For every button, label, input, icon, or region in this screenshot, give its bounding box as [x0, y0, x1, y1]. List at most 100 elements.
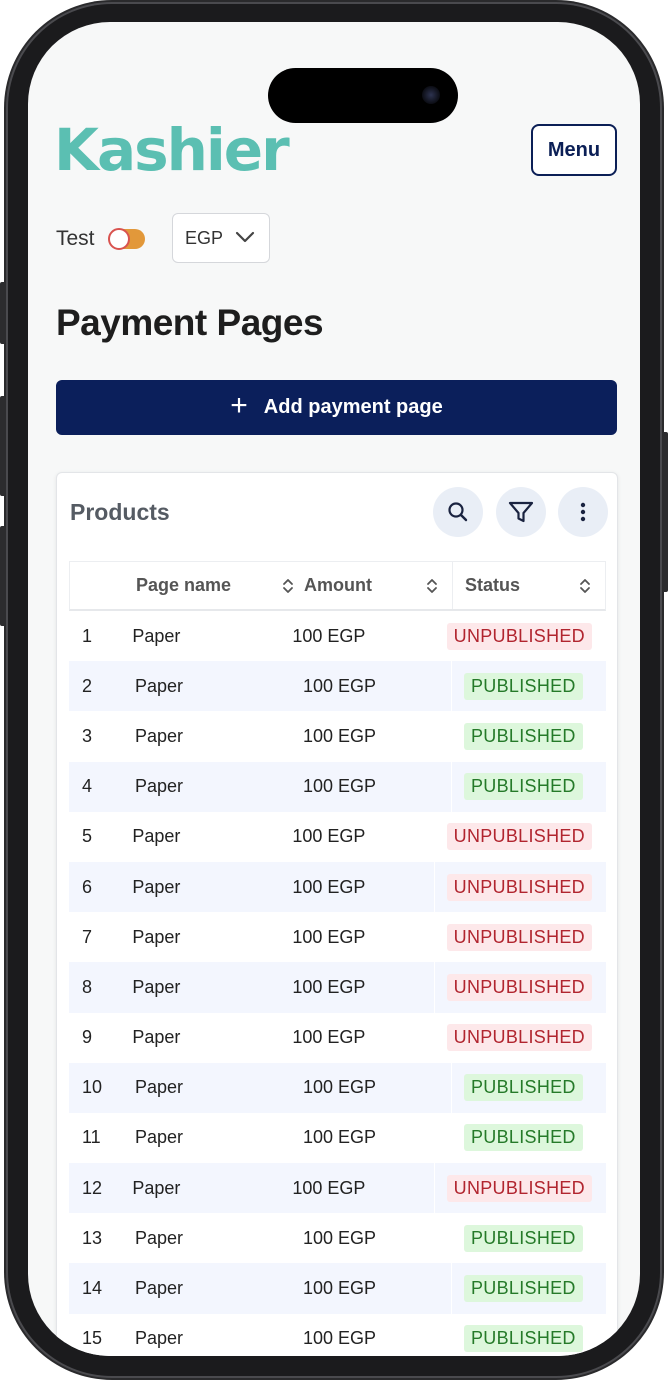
row-status: UNPUBLISHED	[433, 912, 606, 963]
row-status: UNPUBLISHED	[433, 611, 606, 662]
table-row[interactable]: 4 Paper 100 EGP PUBLISHED	[69, 761, 606, 812]
screen: Kashier Menu Test EGP Payment Pages + Ad…	[28, 22, 640, 1356]
toggle-knob	[107, 228, 130, 250]
action-button	[0, 282, 6, 344]
page-name-text: Paper	[132, 826, 181, 847]
amount-text: 100 EGP	[303, 776, 377, 797]
row-page-name: Paper	[135, 1328, 303, 1349]
status-badge: PUBLISHED	[464, 1275, 583, 1303]
row-status: PUBLISHED	[451, 1263, 606, 1314]
row-amount: 100 EGP	[303, 726, 451, 747]
header-page-name[interactable]: Page name	[136, 575, 304, 596]
row-index: 15	[82, 1328, 103, 1349]
page-name-text: Paper	[132, 876, 181, 897]
row-amount: 100 EGP	[292, 877, 433, 898]
row-amount: 100 EGP	[292, 977, 433, 998]
currency-value: EGP	[185, 227, 224, 248]
row-index: 1	[82, 625, 93, 646]
status-badge: PUBLISHED	[464, 1325, 583, 1353]
page-name-text: Paper	[135, 1127, 184, 1148]
status-badge: UNPUBLISHED	[446, 873, 592, 901]
row-page-name: Paper	[135, 1228, 303, 1249]
more-options-button[interactable]	[558, 487, 608, 537]
row-amount: 100 EGP	[292, 826, 433, 847]
table-row[interactable]: 11 Paper 100 EGP PUBLISHED	[69, 1112, 606, 1164]
currency-select[interactable]: EGP	[172, 213, 270, 263]
row-status: PUBLISHED	[451, 1313, 606, 1356]
page-name-text: Paper	[135, 776, 184, 797]
table-row[interactable]: 9 Paper 100 EGP UNPUBLISHED	[69, 1012, 606, 1063]
page-name-text: Paper	[135, 1278, 184, 1299]
table-row[interactable]: 15 Paper 100 EGP PUBLISHED	[69, 1313, 606, 1356]
plus-icon: +	[230, 389, 248, 422]
add-payment-page-button[interactable]: + Add payment page	[56, 380, 617, 435]
row-index: 4	[82, 776, 93, 797]
table-row[interactable]: 10 Paper 100 EGP PUBLISHED	[69, 1062, 606, 1113]
header-amount[interactable]: Amount	[304, 575, 452, 596]
amount-text: 100 EGP	[292, 1027, 366, 1048]
row-page-name: Paper	[135, 1077, 303, 1098]
status-badge: UNPUBLISHED	[446, 923, 592, 951]
row-page-name: Paper	[135, 1278, 303, 1299]
test-mode-row: Test	[56, 214, 145, 264]
row-amount: 100 EGP	[303, 1278, 451, 1299]
table-row[interactable]: 3 Paper 100 EGP PUBLISHED	[69, 711, 606, 762]
row-page-name: Paper	[135, 726, 303, 747]
row-amount: 100 EGP	[292, 927, 433, 948]
table-row[interactable]: 12 Paper 100 EGP UNPUBLISHED	[69, 1163, 606, 1214]
row-index: 10	[82, 1077, 103, 1098]
filter-icon	[508, 501, 534, 523]
search-button[interactable]	[433, 487, 483, 537]
table-row[interactable]: 1 Paper 100 EGP UNPUBLISHED	[69, 611, 606, 662]
row-index: 5	[82, 826, 93, 847]
row-page-name: Paper	[132, 1027, 292, 1048]
amount-text: 100 EGP	[303, 1328, 377, 1349]
table-header: Page name Amount Status	[69, 561, 606, 611]
row-amount: 100 EGP	[303, 1328, 451, 1349]
table-row[interactable]: 6 Paper 100 EGP UNPUBLISHED	[69, 861, 606, 913]
dynamic-island	[268, 68, 458, 123]
amount-text: 100 EGP	[292, 876, 366, 897]
table-row[interactable]: 8 Paper 100 EGP UNPUBLISHED	[69, 962, 606, 1013]
volume-up-button	[0, 396, 6, 496]
kashier-logo[interactable]: Kashier	[54, 118, 290, 182]
row-status: UNPUBLISHED	[433, 861, 606, 913]
page-name-text: Paper	[135, 1077, 184, 1098]
page-name-text: Paper	[132, 625, 181, 646]
header-status[interactable]: Status	[452, 562, 605, 609]
row-amount: 100 EGP	[292, 1178, 433, 1199]
status-badge: PUBLISHED	[464, 1124, 583, 1152]
row-page-name: Paper	[132, 877, 292, 898]
page-name-text: Paper	[135, 1328, 184, 1349]
menu-button[interactable]: Menu	[531, 124, 617, 176]
amount-text: 100 EGP	[292, 1177, 366, 1198]
row-index: 8	[82, 976, 93, 997]
table-row[interactable]: 7 Paper 100 EGP UNPUBLISHED	[69, 912, 606, 963]
status-badge: UNPUBLISHED	[446, 1174, 592, 1202]
status-badge: UNPUBLISHED	[446, 973, 592, 1001]
row-page-name: Paper	[135, 1127, 303, 1148]
table-row[interactable]: 13 Paper 100 EGP PUBLISHED	[69, 1213, 606, 1264]
table-row[interactable]: 2 Paper 100 EGP PUBLISHED	[69, 661, 606, 712]
row-index: 6	[82, 876, 93, 897]
table-row[interactable]: 14 Paper 100 EGP PUBLISHED	[69, 1263, 606, 1314]
amount-text: 100 EGP	[303, 1077, 377, 1098]
status-badge: PUBLISHED	[464, 773, 583, 801]
page-title: Payment Pages	[56, 302, 324, 343]
page-name-text: Paper	[135, 675, 184, 696]
amount-text: 100 EGP	[303, 1278, 377, 1299]
amount-text: 100 EGP	[303, 1227, 377, 1248]
amount-text: 100 EGP	[292, 976, 366, 997]
row-index: 3	[82, 725, 93, 746]
row-status: PUBLISHED	[451, 1062, 606, 1113]
row-index: 2	[82, 675, 93, 696]
row-page-name: Paper	[132, 977, 292, 998]
table-row[interactable]: 5 Paper 100 EGP UNPUBLISHED	[69, 811, 606, 862]
row-amount: 100 EGP	[303, 1077, 451, 1098]
status-badge: PUBLISHED	[464, 672, 583, 700]
status-badge: PUBLISHED	[464, 1074, 583, 1102]
test-mode-toggle[interactable]	[107, 228, 145, 250]
row-status: UNPUBLISHED	[433, 1163, 606, 1214]
filter-button[interactable]	[496, 487, 546, 537]
search-icon	[448, 502, 468, 522]
